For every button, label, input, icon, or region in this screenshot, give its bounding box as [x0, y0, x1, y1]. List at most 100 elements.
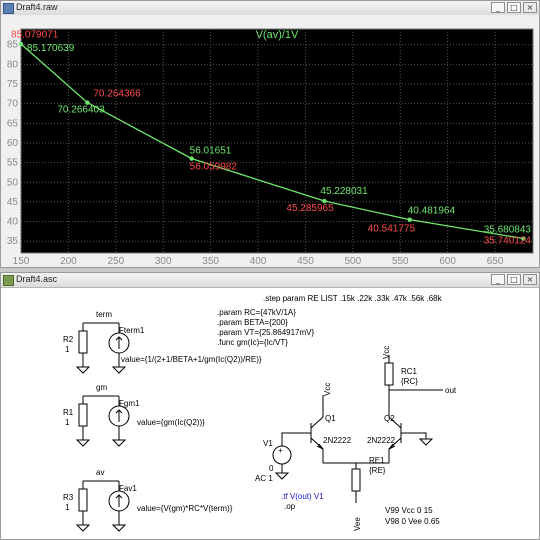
y-tick-label: 85: [7, 40, 19, 51]
av-wire: [82, 480, 120, 491]
y-tick-label: 80: [7, 59, 19, 70]
x-tick-label: 200: [60, 256, 77, 267]
r2-value: 1: [65, 345, 70, 354]
x-tick-label: 300: [155, 256, 172, 267]
r2-label: R2: [63, 335, 74, 344]
r2-resistor[interactable]: [78, 330, 88, 354]
v99-directive[interactable]: V99 Vcc 0 15: [385, 506, 433, 515]
close-button[interactable]: ×: [523, 274, 537, 285]
av-subcircuit: av Fav1 R3 1 value={V(gm)*RC*V(term)}: [63, 468, 233, 532]
term-net-label: term: [96, 310, 112, 319]
x-tick-label: 400: [250, 256, 267, 267]
func-gm[interactable]: .func gm(Ic)={Ic/VT}: [217, 338, 288, 347]
close-button[interactable]: ×: [523, 2, 537, 13]
waveform-plot[interactable]: 150 200 250 300 350 400 450 500 550 600 650 35 40 45 5…: [1, 15, 539, 267]
param-vt[interactable]: .param VT={25.864917mV}: [217, 328, 315, 337]
data-label: 35.740124: [484, 235, 532, 246]
q2-transistor[interactable]: [388, 395, 411, 463]
x-tick-label: 450: [297, 256, 314, 267]
data-label: 35.680843: [484, 225, 532, 236]
v1-ground: [274, 472, 290, 480]
rc1-label: RC1: [401, 367, 418, 376]
v98-directive[interactable]: V98 0 Vee 0.65: [385, 517, 440, 526]
step-directive[interactable]: .step param RE LIST .15k .22k .33k .47k …: [263, 294, 443, 303]
minimize-button[interactable]: _: [491, 2, 505, 13]
minimize-button[interactable]: _: [491, 274, 505, 285]
schematic-window-title: Draft4.asc: [16, 274, 58, 284]
v1-plus-sign: +: [278, 446, 283, 455]
gm-ground: [75, 439, 127, 447]
waveform-app-icon: [3, 3, 14, 14]
schematic-window[interactable]: Draft4.asc _ □ × .step param RE LIST .15…: [0, 272, 540, 540]
r1-label: R1: [63, 408, 74, 417]
param-rc[interactable]: .param RC={47kV/1A}: [217, 308, 296, 317]
fterm1-value[interactable]: value={1/(2+1/BETA+1/gm(Ic(Q2))/RE)}: [121, 355, 262, 364]
r1-value: 1: [65, 418, 70, 427]
rc1-value: {RC}: [401, 377, 418, 386]
y-tick-label: 50: [7, 177, 19, 188]
vcc1-label: Vcc: [323, 383, 332, 396]
r1-resistor[interactable]: [78, 403, 88, 427]
y-tick-label: 65: [7, 118, 19, 129]
x-tick-label: 550: [392, 256, 409, 267]
fav1-value[interactable]: value={V(gm)*RC*V(term)}: [137, 504, 233, 513]
data-label: 45.228031: [320, 186, 368, 197]
waveform-window-title: Draft4.raw: [16, 2, 58, 12]
data-point[interactable]: [407, 217, 412, 222]
re1-value: {RE}: [369, 466, 386, 475]
y-tick-label: 60: [7, 138, 19, 149]
re1-label: RE1: [369, 456, 385, 465]
data-label: 56.01651: [190, 146, 232, 157]
q2-base-wire: [411, 432, 427, 439]
av-wire-lower: [82, 511, 120, 525]
maximize-button[interactable]: □: [507, 2, 521, 13]
y-tick-label: 40: [7, 217, 19, 228]
x-tick-label: 150: [13, 256, 30, 267]
maximize-button[interactable]: □: [507, 274, 521, 285]
r3-value: 1: [65, 503, 70, 512]
schematic-titlebar[interactable]: Draft4.asc _ □ ×: [1, 273, 539, 288]
q1-label: Q1: [325, 414, 336, 423]
data-point[interactable]: [18, 41, 24, 47]
r3-label: R3: [63, 493, 74, 502]
rc1-resistor[interactable]: [384, 362, 394, 386]
schematic-app-icon: [3, 275, 14, 286]
vcc2-label: Vcc: [382, 346, 391, 359]
q2-base-ground: [418, 438, 434, 446]
y-tick-label: 45: [7, 197, 19, 208]
tf-directive[interactable]: .tf V(out) V1: [281, 492, 324, 501]
plot-area[interactable]: [20, 28, 534, 254]
v1-dc-value: 0: [269, 464, 274, 473]
data-label: 85.079071: [11, 29, 59, 40]
x-tick-label: 600: [439, 256, 456, 267]
op-directive[interactable]: .op: [284, 502, 296, 511]
waveform-window[interactable]: Draft4.raw _ □ × 150 200 250 300 350 400 450 50…: [0, 0, 540, 268]
trace-title[interactable]: V(av)/1V: [256, 29, 299, 41]
term-wire-lower: [82, 353, 120, 367]
param-beta[interactable]: .param BETA={200}: [217, 318, 288, 327]
schematic-canvas[interactable]: .step param RE LIST .15k .22k .33k .47k …: [1, 287, 539, 539]
gm-subcircuit: gm Fgm1 R1 1 value={gm(Ic(Q2))}: [63, 383, 205, 447]
gm-wire-lower: [82, 426, 120, 440]
y-tick-label: 35: [7, 236, 19, 247]
term-wire: [82, 322, 120, 333]
r3-resistor[interactable]: [78, 488, 88, 512]
data-label: 70.264366: [93, 89, 141, 100]
re1-resistor[interactable]: [351, 468, 361, 492]
y-tick-label: 75: [7, 79, 19, 90]
x-tick-label: 350: [202, 256, 219, 267]
data-label: 45.285965: [286, 203, 334, 214]
data-point[interactable]: [189, 156, 194, 161]
fgm1-value[interactable]: value={gm(Ic(Q2))}: [137, 418, 205, 427]
v1-ac-value: AC 1: [255, 474, 273, 483]
term-ground: [75, 366, 127, 374]
av-net-label: av: [96, 468, 104, 477]
av-ground: [75, 524, 127, 532]
q1-transistor[interactable]: [301, 395, 324, 463]
data-label: 85.170639: [27, 43, 75, 54]
x-tick-label: 500: [345, 256, 362, 267]
gm-wire: [82, 395, 120, 406]
waveform-titlebar[interactable]: Draft4.raw _ □ ×: [1, 1, 539, 16]
data-label: 40.541775: [368, 223, 416, 234]
x-tick-label: 650: [487, 256, 504, 267]
